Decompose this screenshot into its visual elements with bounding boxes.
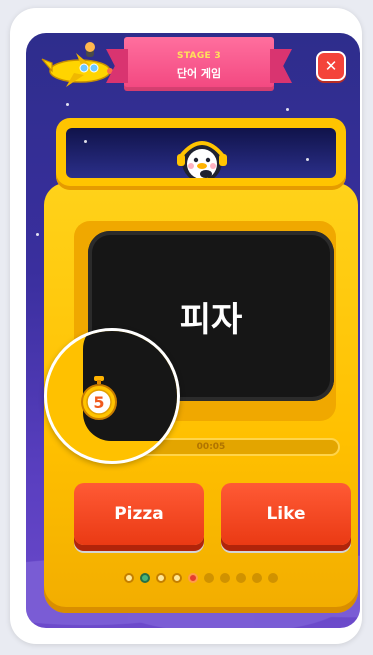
close-button[interactable]: ✕ xyxy=(316,51,346,81)
progress-dot-7 xyxy=(220,573,230,583)
countdown-number: 5 xyxy=(93,393,104,412)
stage-label: STAGE 3 xyxy=(177,51,221,61)
timer-magnifier: 5 xyxy=(44,328,180,464)
stage-banner: STAGE 3 단어 게임 xyxy=(124,37,274,91)
progress-dot-6 xyxy=(204,573,214,583)
progress-dot-2 xyxy=(140,573,150,583)
arcade-machine-top xyxy=(56,118,346,190)
stage-title: 단어 게임 xyxy=(176,67,222,80)
star xyxy=(84,140,87,143)
star xyxy=(306,158,309,161)
close-icon: ✕ xyxy=(324,57,338,75)
progress-dot-5 xyxy=(188,573,198,583)
question-progress-dots xyxy=(44,573,358,583)
quiz-word: 피자 xyxy=(179,299,243,340)
progress-dot-3 xyxy=(156,573,166,583)
game-canvas: STAGE 3 단어 게임 ✕ 피자 00:05 Pizza Like 5 xyxy=(26,33,360,628)
star xyxy=(36,233,39,236)
stopwatch-icon: 5 xyxy=(81,376,117,420)
penguin-mascot xyxy=(177,141,227,178)
progress-dot-4 xyxy=(172,573,182,583)
star xyxy=(66,103,69,106)
star xyxy=(286,108,289,111)
progress-dot-10 xyxy=(268,573,278,583)
progress-dot-9 xyxy=(252,573,262,583)
plane-icon xyxy=(41,42,113,87)
progress-dot-8 xyxy=(236,573,246,583)
answer-button-2[interactable]: Like xyxy=(221,483,351,545)
mascot-screen xyxy=(66,128,336,178)
progress-dot-1 xyxy=(124,573,134,583)
answer-button-1[interactable]: Pizza xyxy=(74,483,204,545)
